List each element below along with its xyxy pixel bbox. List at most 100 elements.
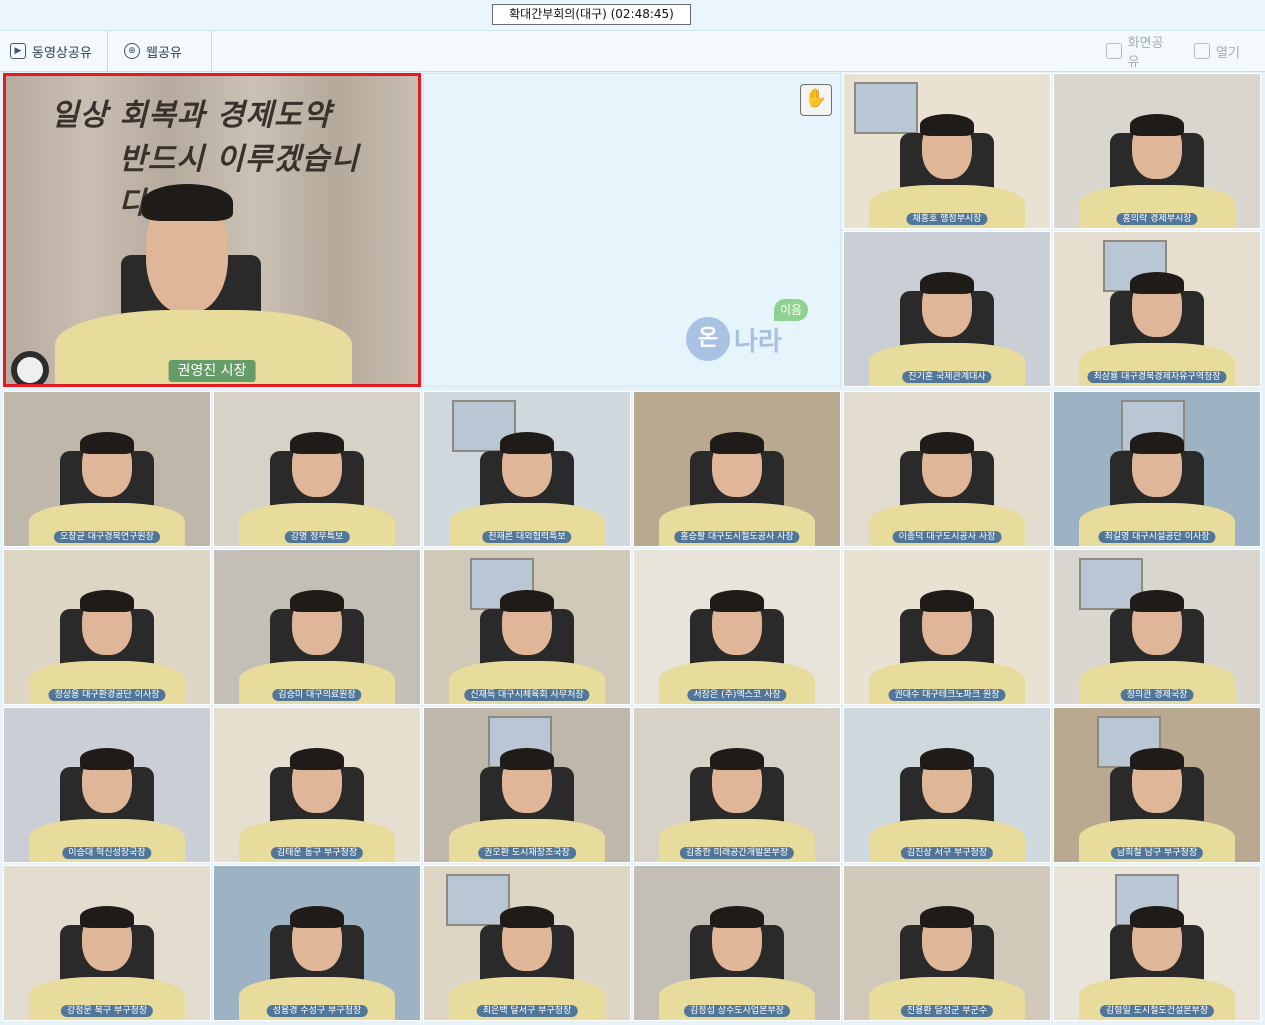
fan	[11, 351, 49, 384]
web-share-label: 웹공유	[146, 45, 182, 61]
participant-hair	[920, 748, 974, 770]
participant-name: 권대수 대구테크노파크 원장	[888, 689, 1006, 701]
participant-tile[interactable]: 김승미 대구의료원장	[213, 549, 421, 705]
participant-tile[interactable]: 진기훈 국제관계대사	[843, 231, 1051, 387]
participant-hair	[920, 590, 974, 612]
participant-hair	[500, 432, 554, 454]
participant-tile[interactable]: 김형일 도시철도건설본부장	[1053, 865, 1261, 1021]
participant-tile[interactable]: 오창균 대구경북연구원장	[3, 391, 211, 547]
participant-hair	[920, 432, 974, 454]
participant-name: 김정섭 상수도사업본부장	[684, 1005, 790, 1017]
participant-name: 이승대 혁신성장국장	[62, 847, 152, 859]
participant-hair	[920, 272, 974, 294]
globe-icon: ⊕	[124, 43, 140, 59]
participant-tile[interactable]: 권대수 대구테크노파크 원장	[843, 549, 1051, 705]
participant-name: 정의관 경제국장	[1120, 689, 1194, 701]
participant-name: 오창균 대구경북연구원장	[54, 531, 160, 543]
participant-tile[interactable]: 최삼룡 대구경북경제자유구역청장	[1053, 231, 1261, 387]
participant-hair	[710, 748, 764, 770]
participant-tile[interactable]: 성용경 수성구 부구청장	[213, 865, 421, 1021]
meeting-title: 확대간부회의(대구) (02:48:45)	[492, 4, 691, 25]
slogan-line-1: 일상 회복과 경제도약	[51, 98, 332, 133]
toolbar: ▶ 동영상공유 ⊕ 웹공유 화면공유 열기	[0, 31, 1265, 72]
participant-hair	[1130, 748, 1184, 770]
participant-hair	[80, 748, 134, 770]
participant-hair	[710, 590, 764, 612]
raise-hand-button[interactable]: ✋	[800, 84, 832, 116]
participant-name: 강정문 북구 부구청장	[60, 1005, 154, 1017]
participant-name: 김태운 동구 부구청장	[270, 847, 364, 859]
participant-name: 남희철 남구 부구청장	[1110, 847, 1204, 859]
participant-tile[interactable]: 서장은 (주)엑스코 사장	[633, 549, 841, 705]
participant-hair	[1130, 590, 1184, 612]
main-speaker-name: 권영진 시장	[168, 360, 256, 382]
video-share-label: 동영상공유	[32, 45, 92, 61]
participant-tile[interactable]: 홍승활 대구도시철도공사 사장	[633, 391, 841, 547]
participant-hair	[290, 590, 344, 612]
empty-video-tile: ✋ 온 나라 이음	[423, 73, 841, 387]
participant-name: 김진상 서구 부구청장	[900, 847, 994, 859]
screen-icon	[1106, 43, 1122, 59]
participant-hair	[290, 432, 344, 454]
participant-name: 진기훈 국제관계대사	[902, 371, 992, 383]
participant-name: 최삼룡 대구경북경제자유구역청장	[1087, 371, 1227, 383]
participant-name: 홍의락 경제부시장	[1116, 213, 1198, 225]
participant-hair	[710, 432, 764, 454]
participant-name: 권오환 도시재창조국장	[478, 847, 576, 859]
participant-tile[interactable]: 남희철 남구 부구청장	[1053, 707, 1261, 863]
participant-tile[interactable]: 강명 정무특보	[213, 391, 421, 547]
title-bar: 확대간부회의(대구) (02:48:45)	[0, 0, 1265, 31]
participant-name: 서장은 (주)엑스코 사장	[687, 689, 787, 701]
participant-tile[interactable]: 정의관 경제국장	[1053, 549, 1261, 705]
participant-tile[interactable]: 정상용 대구환경공단 이사장	[3, 549, 211, 705]
logo-badge: 이음	[774, 299, 808, 321]
participant-name: 이종덕 대구도시공사 사장	[892, 531, 1002, 543]
participant-hair	[500, 590, 554, 612]
participant-name: 정상용 대구환경공단 이사장	[48, 689, 166, 701]
hand-icon: ✋	[804, 88, 828, 109]
participant-tile[interactable]: 김진상 서구 부구청장	[843, 707, 1051, 863]
play-icon: ▶	[10, 43, 26, 59]
participant-tile[interactable]: 강정문 북구 부구청장	[3, 865, 211, 1021]
main-speaker-tile[interactable]: 일상 회복과 경제도약 반드시 이루겠습니다. 권영진 시장	[3, 73, 421, 387]
participant-tile[interactable]: 신재득 대구시체육회 사무처장	[423, 549, 631, 705]
speaker-hair	[141, 183, 233, 221]
participant-hair	[920, 114, 974, 136]
participant-hair	[80, 432, 134, 454]
door-icon	[1194, 43, 1210, 59]
participant-tile[interactable]: 최길영 대구시설공단 이사장	[1053, 391, 1261, 547]
wall-picture	[854, 82, 918, 134]
participant-name: 최은백 달서구 부구청장	[476, 1005, 578, 1017]
participant-tile[interactable]: 최은백 달서구 부구청장	[423, 865, 631, 1021]
participant-tile[interactable]: 진용환 달성군 부군수	[843, 865, 1051, 1021]
participant-tile[interactable]: 김태운 동구 부구청장	[213, 707, 421, 863]
participant-tile[interactable]: 이종덕 대구도시공사 사장	[843, 391, 1051, 547]
web-share-button[interactable]: ⊕ 웹공유	[114, 31, 212, 71]
participant-hair	[1130, 272, 1184, 294]
participant-tile[interactable]: 권오환 도시재창조국장	[423, 707, 631, 863]
participant-name: 채홍호 행정부시장	[906, 213, 988, 225]
participant-hair	[290, 906, 344, 928]
participant-tile[interactable]: 홍의락 경제부시장	[1053, 73, 1261, 229]
participant-name: 신재득 대구시체육회 사무처장	[464, 689, 590, 701]
participant-name: 천재른 대외협력특보	[482, 531, 572, 543]
participant-name: 김승미 대구의료원장	[272, 689, 362, 701]
participant-hair	[500, 748, 554, 770]
participant-hair	[1130, 432, 1184, 454]
participant-hair	[920, 906, 974, 928]
participant-hair	[500, 906, 554, 928]
participant-tile[interactable]: 김충한 미래공간개발본부장	[633, 707, 841, 863]
participant-name: 홍승활 대구도시철도공사 사장	[674, 531, 800, 543]
participant-tile[interactable]: 천재른 대외협력특보	[423, 391, 631, 547]
screen-share-label: 화면공유	[1127, 36, 1164, 70]
participant-name: 진용환 달성군 부군수	[900, 1005, 994, 1017]
video-share-button[interactable]: ▶ 동영상공유	[0, 31, 108, 71]
participant-tile[interactable]: 채홍호 행정부시장	[843, 73, 1051, 229]
participant-hair	[80, 906, 134, 928]
participant-tile[interactable]: 이승대 혁신성장국장	[3, 707, 211, 863]
participant-name: 최길영 대구시설공단 이사장	[1098, 531, 1216, 543]
screen-share-button[interactable]: 화면공유	[1096, 31, 1184, 71]
participant-tile[interactable]: 김정섭 상수도사업본부장	[633, 865, 841, 1021]
open-button[interactable]: 열기	[1184, 31, 1254, 71]
participant-hair	[80, 590, 134, 612]
